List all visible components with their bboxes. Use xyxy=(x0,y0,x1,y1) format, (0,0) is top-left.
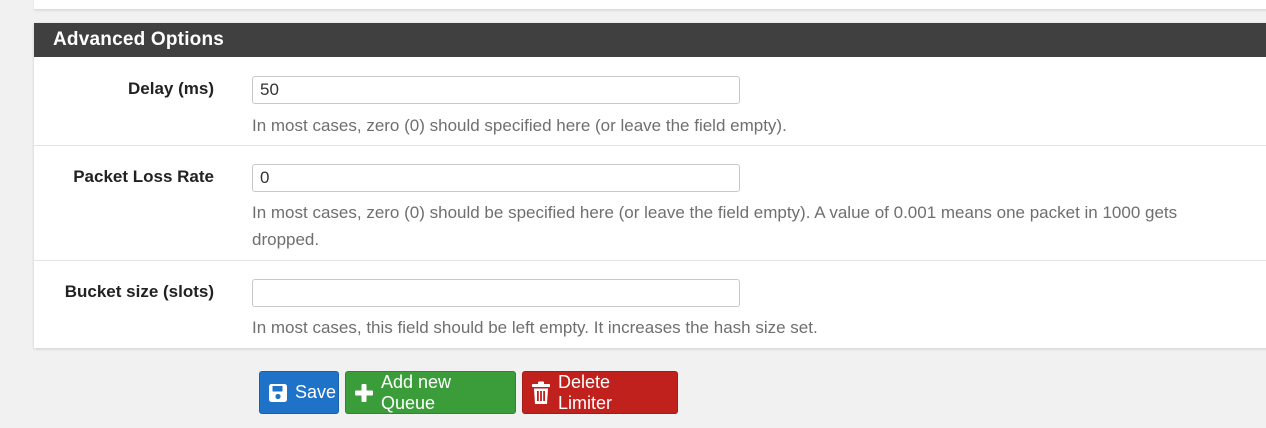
packet-loss-help-text: In most cases, zero (0) should be specif… xyxy=(252,199,1266,253)
delay-input[interactable] xyxy=(252,76,740,104)
form-row-bucket-size: Bucket size (slots) In most cases, this … xyxy=(34,261,1266,349)
packet-loss-input[interactable] xyxy=(252,164,740,192)
save-button[interactable]: Save xyxy=(259,371,339,414)
delay-help-text: In most cases, zero (0) should specified… xyxy=(252,112,1266,139)
add-new-queue-button[interactable]: Add new Queue xyxy=(345,371,516,414)
add-new-queue-button-label: Add new Queue xyxy=(381,371,452,413)
save-button-label: Save xyxy=(295,382,337,402)
bucket-size-label: Bucket size (slots) xyxy=(64,282,214,301)
bucket-size-input[interactable] xyxy=(252,279,740,307)
previous-panel-bottom xyxy=(34,0,1266,10)
plus-icon xyxy=(354,383,374,403)
bucket-size-help-text: In most cases, this field should be left… xyxy=(252,314,1266,341)
delete-limiter-button[interactable]: Delete Limiter xyxy=(522,371,678,414)
delay-label: Delay (ms) xyxy=(128,79,214,98)
bucket-size-help-line: In most cases, this field should be left… xyxy=(252,318,818,337)
delay-help-line: In most cases, zero (0) should specified… xyxy=(252,116,787,135)
trash-icon xyxy=(531,381,551,405)
packet-loss-help-line1: In most cases, zero (0) should be specif… xyxy=(252,203,1178,222)
delete-limiter-button-label: Delete Limiter xyxy=(558,371,613,413)
packet-loss-help-line2: dropped. xyxy=(252,230,320,249)
form-row-delay: Delay (ms) In most cases, zero (0) shoul… xyxy=(34,57,1266,146)
panel-title: Advanced Options xyxy=(34,23,1266,57)
form-row-packet-loss: Packet Loss Rate In most cases, zero (0)… xyxy=(34,146,1266,261)
packet-loss-label: Packet Loss Rate xyxy=(73,167,214,186)
advanced-options-panel: Advanced Options Delay (ms) In most case… xyxy=(34,23,1266,348)
floppy-disk-icon xyxy=(268,383,288,403)
